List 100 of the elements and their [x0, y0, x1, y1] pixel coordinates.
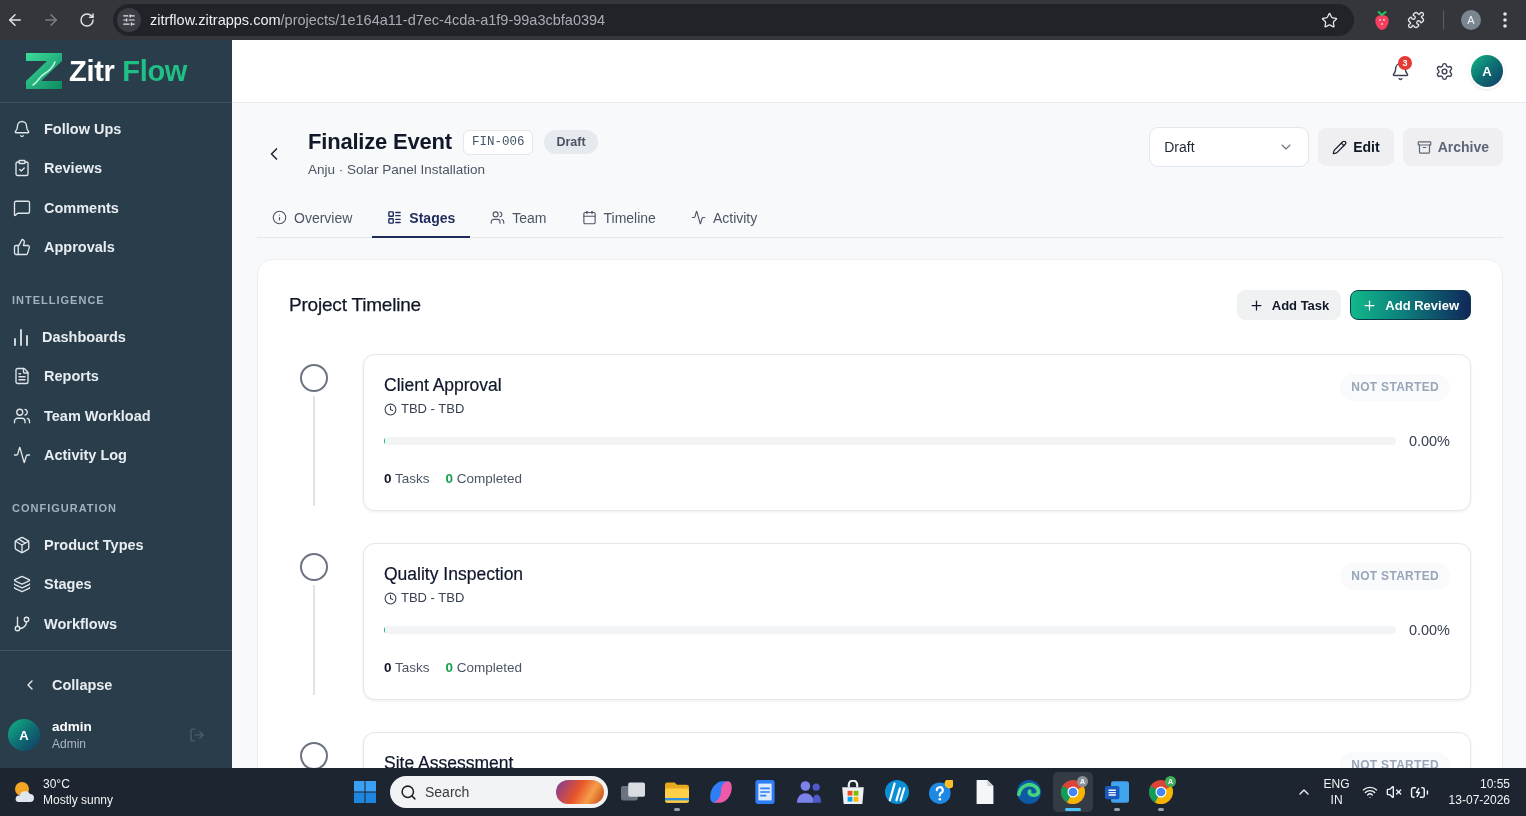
star-icon [1320, 11, 1338, 29]
tab[interactable]: Timeline [566, 199, 671, 238]
stage-title: Quality Inspection [384, 563, 524, 585]
ring-icon [299, 552, 329, 582]
sidebar-item[interactable]: Team Workload [0, 396, 232, 436]
sidebar-item[interactable]: Product Types [0, 525, 232, 565]
settings-icon [1434, 61, 1454, 81]
collapse-button[interactable]: Collapse [0, 665, 232, 705]
tab[interactable]: Team [475, 199, 562, 238]
completed-count: 0 Completed [445, 470, 523, 488]
search-icon [400, 783, 417, 801]
logo-text: Zitr Flow [69, 54, 188, 88]
sidebar-item[interactable]: Activity Log [0, 435, 232, 475]
browser-logo-icon [1061, 780, 1085, 804]
shopping-bag-icon [841, 780, 865, 804]
plus-icon [1362, 297, 1378, 313]
address-bar[interactable]: zitrflow.zitrapps.com/projects/1e164a11-d7ec-4cda-a1f9-99a3cbfa0394 [113, 4, 1354, 36]
search-field[interactable]: Search [425, 784, 548, 800]
strawberry-icon [1374, 10, 1390, 30]
sidebar-item[interactable]: Stages [0, 564, 232, 604]
ring-icon [299, 363, 329, 393]
region-indicator[interactable]: IN [1330, 793, 1343, 807]
progress-reading: 0.00% [1408, 433, 1450, 449]
tab[interactable]: Stages [372, 199, 471, 238]
notepad-icon [753, 780, 777, 804]
project-code: FIN-006 [462, 129, 534, 155]
clock-time[interactable]: 10:55 [1479, 777, 1510, 791]
speech-bubble-icon [13, 198, 31, 217]
user-avatar[interactable]: A [1471, 55, 1503, 87]
calendar-icon [581, 210, 597, 225]
sidebar-item[interactable]: Reviews [0, 148, 232, 188]
layers-icon [13, 575, 31, 594]
bell-icon [1390, 61, 1410, 81]
project-title: Finalize Event [308, 129, 452, 155]
pulse-icon [690, 210, 706, 225]
archive-box-icon [1416, 139, 1432, 155]
help-icon [929, 780, 953, 804]
panel-title: Project Timeline [289, 294, 421, 316]
section-heading: CONFIGURATION [11, 501, 119, 516]
reload-icon [79, 12, 95, 28]
folder-icon [665, 780, 689, 804]
sidebar-item[interactable]: Approvals [0, 227, 232, 267]
notifications-button[interactable]: 3 [1384, 55, 1416, 87]
users-icon [490, 210, 506, 225]
pulse-icon [13, 446, 31, 465]
site-info-button[interactable] [117, 8, 141, 32]
edit-button[interactable]: Edit [1318, 128, 1394, 166]
weather-temperature: 30°C [43, 777, 71, 791]
completed-count: 0 Completed [445, 659, 523, 677]
status-badge: NOT STARTED [1340, 563, 1450, 590]
tab[interactable]: Overview [257, 199, 368, 238]
add-review-button[interactable]: Add Review [1350, 290, 1471, 320]
clock-date[interactable]: 13-07-2026 [1448, 793, 1510, 807]
stage-title: Client Approval [384, 374, 502, 396]
section-heading: INTELLIGENCE [11, 293, 106, 308]
notification-badge: 3 [1398, 56, 1412, 70]
clipboard-check-icon [13, 159, 31, 178]
arrow-right-icon [42, 11, 60, 29]
status-badge: Draft [544, 130, 598, 154]
browser-logo-icon [1149, 780, 1173, 804]
archive-button[interactable]: Archive [1402, 128, 1503, 166]
status-badge: NOT STARTED [1340, 374, 1450, 401]
url-text: zitrflow.zitrapps.com/projects/1e164a11-d7ec-4cda-a1f9-99a3cbfa0394 [150, 12, 607, 28]
progress-reading: 0.00% [1408, 622, 1450, 638]
list-icon [387, 210, 403, 225]
plus-icon [1248, 297, 1264, 313]
branch-icon [13, 614, 31, 633]
document-tile-icon [1105, 780, 1129, 804]
bar-chart-icon [13, 327, 29, 346]
swirl-icon [709, 780, 733, 804]
circle-logo-icon [885, 780, 909, 804]
sidebar-item[interactable]: Workflows [0, 604, 232, 644]
sun-cloud-icon [12, 780, 36, 804]
logout-icon [189, 727, 205, 743]
task-count: 0 Tasks [384, 470, 430, 488]
user-avatar: A [8, 719, 40, 751]
info-icon [272, 210, 287, 225]
clock-icon [384, 591, 397, 605]
sidebar-item[interactable]: Follow Ups [0, 109, 232, 149]
logo-icon [24, 51, 64, 91]
weather-condition: Mostly sunny [43, 793, 114, 807]
sliders-icon [122, 13, 136, 27]
puzzle-icon [1407, 11, 1425, 29]
photo-placeholder [556, 780, 604, 804]
sidebar-item[interactable]: Reports [0, 356, 232, 396]
sidebar-item[interactable]: Comments [0, 188, 232, 228]
search-bar[interactable]: Search [390, 776, 608, 808]
status-select[interactable]: Draft [1149, 127, 1310, 167]
clock-icon [384, 402, 397, 416]
tab[interactable]: Activity [675, 199, 773, 238]
pencil-icon [1332, 139, 1348, 155]
people-icon [797, 780, 821, 804]
users-icon [13, 406, 31, 425]
add-task-button[interactable]: Add Task [1236, 290, 1342, 320]
speaker-muted-icon[interactable] [1385, 784, 1402, 800]
language-indicator[interactable]: ENG [1323, 777, 1350, 791]
project-subtitle: Anju · Solar Panel Installation [308, 161, 487, 178]
document-icon [13, 367, 31, 386]
wifi-icon[interactable] [1361, 784, 1378, 800]
sidebar-item[interactable]: Dashboards [0, 317, 232, 357]
